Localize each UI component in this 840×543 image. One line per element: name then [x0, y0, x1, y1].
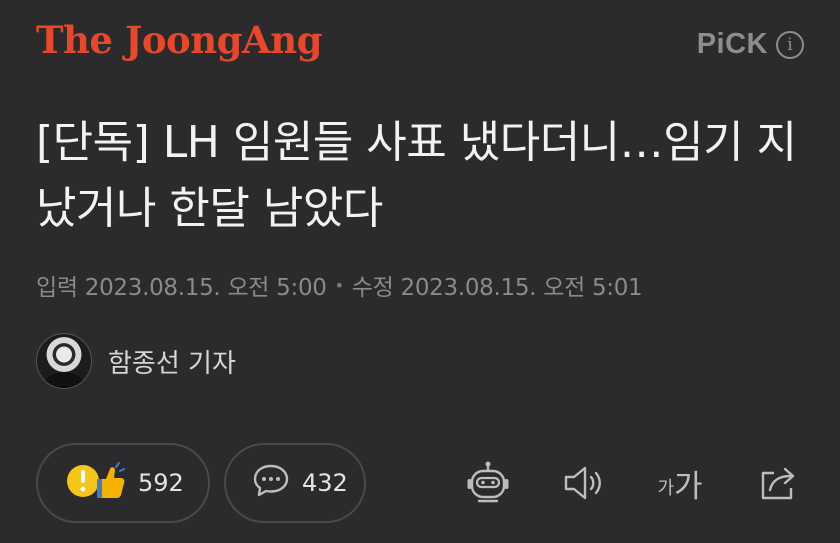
comment-button[interactable]: 432 — [224, 443, 366, 523]
article-headline: [단독] LH 임원들 사표 냈다더니…임기 지났거나 한달 남았다 — [36, 117, 797, 234]
author-row[interactable]: 함종선 기자 — [36, 333, 236, 389]
font-size-large-glyph: 가 — [674, 468, 703, 505]
font-size-icon[interactable]: 가 가 — [650, 458, 710, 508]
meta-separator: • — [334, 275, 344, 295]
published-date: 입력 2023.08.15. 오전 5:00 — [36, 275, 327, 301]
brand-logo: The JoongAng — [36, 18, 322, 62]
avatar[interactable] — [36, 333, 92, 389]
article-meta: 입력 2023.08.15. 오전 5:00 • 수정 2023.08.15. … — [36, 268, 643, 302]
reaction-emoji-icon — [64, 459, 126, 507]
comments-count: 432 — [302, 469, 348, 497]
font-size-small-glyph: 가 — [657, 478, 675, 499]
author-name[interactable]: 함종선 기자 — [108, 343, 236, 380]
comment-bubble-icon — [252, 463, 290, 503]
share-icon[interactable] — [755, 458, 801, 508]
pick-badge[interactable]: PiCK i — [697, 28, 804, 61]
modified-date: 수정 2023.08.15. 오전 5:01 — [351, 275, 643, 301]
pick-label: PiCK — [696, 28, 768, 60]
speaker-icon[interactable] — [560, 458, 606, 508]
info-icon[interactable]: i — [776, 30, 804, 59]
summary-robot-icon[interactable] — [465, 458, 511, 508]
reactions-count: 592 — [138, 469, 184, 497]
reaction-button[interactable]: 592 — [36, 443, 210, 523]
